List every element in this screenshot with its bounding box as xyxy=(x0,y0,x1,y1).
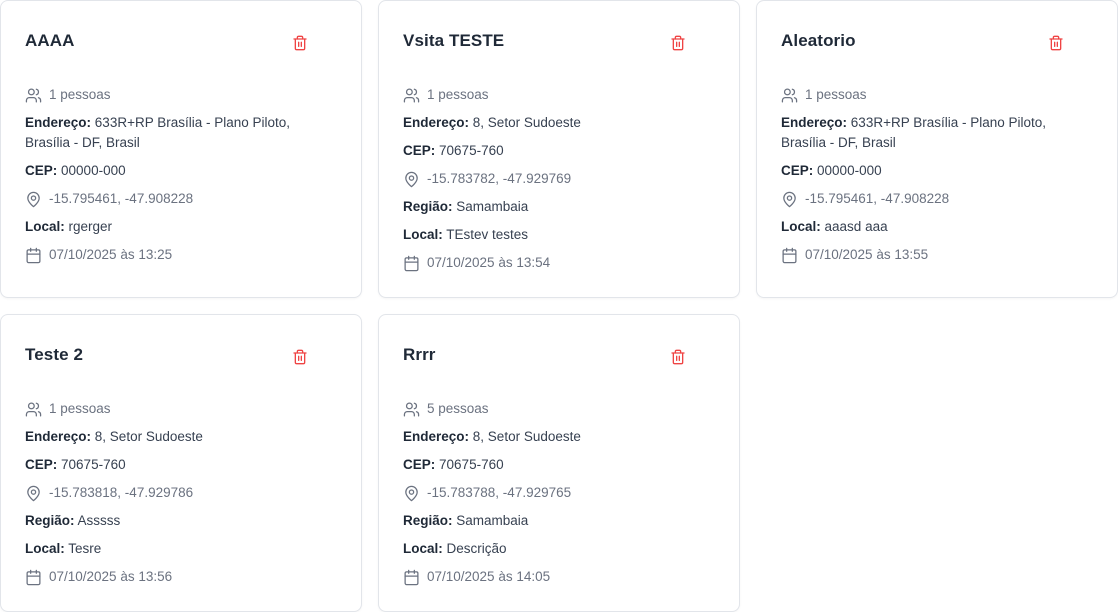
delete-button[interactable] xyxy=(1047,34,1065,52)
coordinates-row: -15.783788, -47.929765 xyxy=(403,483,715,503)
address-row: Endereço: 8, Setor Sudoeste xyxy=(25,429,203,444)
visit-card: Teste 2 1 pessoas Endereço: 8, Setor Sud… xyxy=(0,314,362,612)
calendar-icon xyxy=(403,255,420,272)
users-icon xyxy=(403,87,420,104)
calendar-icon xyxy=(403,569,420,586)
calendar-icon xyxy=(781,247,798,264)
visit-card: Rrrr 5 pessoas Endereço: 8, Setor Sudoes… xyxy=(378,314,740,612)
users-icon xyxy=(781,87,798,104)
people-count: 1 pessoas xyxy=(781,85,1093,105)
map-pin-icon xyxy=(25,485,42,502)
users-icon xyxy=(25,401,42,418)
calendar-icon xyxy=(25,569,42,586)
people-count: 1 pessoas xyxy=(25,399,337,419)
trash-icon xyxy=(671,349,685,365)
coordinates-row: -15.783782, -47.929769 xyxy=(403,169,715,189)
datetime-row: 07/10/2025 às 13:56 xyxy=(25,567,337,587)
visit-card: Aleatorio 1 pessoas Endereço: 633R+RP Br… xyxy=(756,0,1118,298)
map-pin-icon xyxy=(403,485,420,502)
map-pin-icon xyxy=(403,171,420,188)
visits-grid: AAAA 1 pessoas Endereço: 633R+RP Brasíli… xyxy=(0,0,1118,612)
trash-icon xyxy=(1049,35,1063,51)
region-row: Região: Samambaia xyxy=(403,199,529,214)
trash-icon xyxy=(671,35,685,51)
datetime-row: 07/10/2025 às 13:54 xyxy=(403,253,715,273)
address-row: Endereço: 8, Setor Sudoeste xyxy=(403,429,581,444)
local-row: Local: aaasd aaa xyxy=(781,219,888,234)
calendar-icon xyxy=(25,247,42,264)
trash-icon xyxy=(293,349,307,365)
map-pin-icon xyxy=(25,191,42,208)
delete-button[interactable] xyxy=(669,34,687,52)
coordinates-row: -15.795461, -47.908228 xyxy=(781,189,1093,209)
cep-row: CEP: 70675-760 xyxy=(403,457,504,472)
people-count: 1 pessoas xyxy=(25,85,337,105)
delete-button[interactable] xyxy=(669,348,687,366)
datetime-row: 07/10/2025 às 13:25 xyxy=(25,245,337,265)
region-row: Região: Samambaia xyxy=(403,513,529,528)
local-row: Local: TEstev testes xyxy=(403,227,529,242)
users-icon xyxy=(403,401,420,418)
delete-button[interactable] xyxy=(291,34,309,52)
visit-card: AAAA 1 pessoas Endereço: 633R+RP Brasíli… xyxy=(0,0,362,298)
coordinates-row: -15.795461, -47.908228 xyxy=(25,189,337,209)
cep-row: CEP: 70675-760 xyxy=(25,457,126,472)
delete-button[interactable] xyxy=(291,348,309,366)
coordinates-row: -15.783818, -47.929786 xyxy=(25,483,337,503)
people-count: 5 pessoas xyxy=(403,399,715,419)
datetime-row: 07/10/2025 às 14:05 xyxy=(403,567,715,587)
cep-row: CEP: 70675-760 xyxy=(403,143,504,158)
local-row: Local: Tesre xyxy=(25,541,102,556)
address-row: Endereço: 8, Setor Sudoeste xyxy=(403,115,581,130)
trash-icon xyxy=(293,35,307,51)
datetime-row: 07/10/2025 às 13:55 xyxy=(781,245,1093,265)
address-row: Endereço: 633R+RP Brasília - Plano Pilot… xyxy=(781,115,1047,150)
cep-row: CEP: 00000-000 xyxy=(25,163,126,178)
region-row: Região: Asssss xyxy=(25,513,121,528)
cep-row: CEP: 00000-000 xyxy=(781,163,882,178)
people-count: 1 pessoas xyxy=(403,85,715,105)
local-row: Local: rgerger xyxy=(25,219,113,234)
address-row: Endereço: 633R+RP Brasília - Plano Pilot… xyxy=(25,115,291,150)
local-row: Local: Descrição xyxy=(403,541,507,556)
users-icon xyxy=(25,87,42,104)
visit-card: Vsita TESTE 1 pessoas Endereço: 8, Setor… xyxy=(378,0,740,298)
map-pin-icon xyxy=(781,191,798,208)
